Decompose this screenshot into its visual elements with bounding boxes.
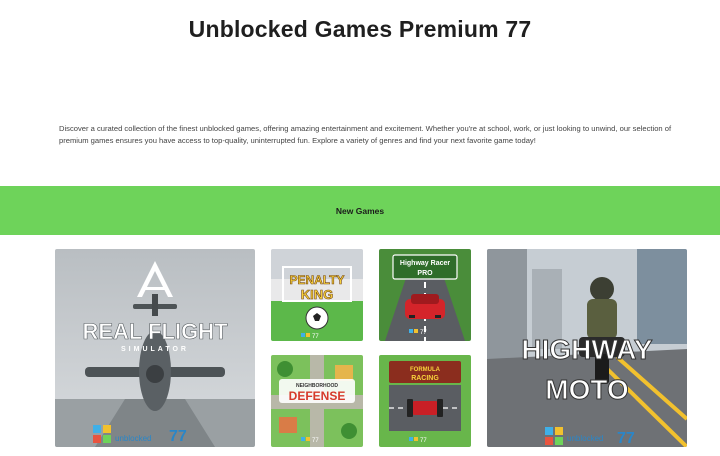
- game-tile-highway-moto[interactable]: HIGHWAY MOTO unblocked 77: [487, 249, 687, 447]
- game-tile-formula-racing[interactable]: FORMULA RACING 77: [379, 355, 471, 447]
- svg-text:unblocked: unblocked: [115, 434, 151, 443]
- svg-text:77: 77: [312, 334, 319, 340]
- race-car-icon: [405, 294, 445, 319]
- page-title: Unblocked Games Premium 77: [188, 16, 532, 42]
- soccer-ball-icon: [305, 306, 329, 330]
- game-thumbnail: NEIGHBORHOOD DEFENSE 77: [271, 355, 363, 447]
- game-tile-neighborhood-defense[interactable]: NEIGHBORHOOD DEFENSE 77: [271, 355, 363, 447]
- game-thumbnail: HIGHWAY MOTO unblocked 77: [487, 249, 687, 447]
- game-title: PENALTY: [289, 273, 344, 287]
- game-thumbnail: REAL FLIGHT SIMULATOR unblocked 77: [55, 249, 255, 447]
- game-thumbnail: PENALTY KING 77: [271, 249, 363, 341]
- intro-paragraph: Discover a curated collection of the fin…: [59, 124, 672, 145]
- game-subtitle: SIMULATOR: [121, 346, 189, 353]
- svg-text:unblocked: unblocked: [567, 434, 603, 443]
- game-tile-real-flight[interactable]: REAL FLIGHT SIMULATOR unblocked 77: [55, 249, 255, 447]
- game-subtitle: MOTO: [545, 374, 628, 405]
- game-title: HIGHWAY: [521, 334, 653, 365]
- game-subtitle: RACING: [411, 375, 439, 382]
- section-banner: New Games: [0, 186, 720, 235]
- svg-text:77: 77: [169, 428, 187, 445]
- svg-text:77: 77: [617, 430, 635, 447]
- game-title: FORMULA: [410, 367, 441, 373]
- game-thumbnail: Highway Racer PRO 77: [379, 249, 471, 341]
- game-subtitle: KING: [301, 287, 334, 302]
- svg-text:77: 77: [312, 438, 319, 444]
- svg-text:77: 77: [420, 438, 427, 444]
- formula-car-icon: [407, 399, 443, 417]
- game-tile-highway-racer[interactable]: Highway Racer PRO 77: [379, 249, 471, 341]
- game-title: REAL FLIGHT: [82, 319, 228, 344]
- game-subtitle: PRO: [417, 270, 433, 277]
- section-title: New Games: [335, 205, 385, 216]
- game-subtitle: DEFENSE: [289, 389, 346, 403]
- svg-text:77: 77: [420, 330, 427, 336]
- page: Unblocked Games Premium 77 Discover a cu…: [0, 0, 720, 456]
- game-thumbnail: FORMULA RACING 77: [379, 355, 471, 447]
- game-tile-penalty-king[interactable]: PENALTY KING 77: [271, 249, 363, 341]
- game-title: Highway Racer: [400, 260, 450, 267]
